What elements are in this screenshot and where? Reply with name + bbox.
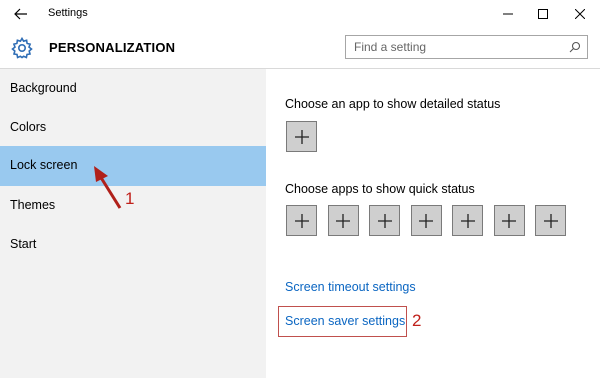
sidebar-item-label: Lock screen xyxy=(10,158,78,172)
sidebar-item-label: Background xyxy=(10,81,77,95)
sidebar-item-colors[interactable]: Colors xyxy=(0,108,266,148)
detailed-status-add-button[interactable] xyxy=(286,121,317,152)
plus-icon xyxy=(419,213,433,228)
search-box[interactable] xyxy=(345,35,588,59)
window-title: Settings xyxy=(48,7,88,19)
maximize-icon xyxy=(538,9,548,19)
sidebar-item-label: Colors xyxy=(10,120,47,134)
sidebar-item-label: Start xyxy=(10,237,37,251)
gear-icon xyxy=(11,36,33,59)
screen-timeout-settings-link[interactable]: Screen timeout settings xyxy=(285,280,416,294)
settings-header: PERSONALIZATION xyxy=(0,28,600,69)
annotation-number-2: 2 xyxy=(412,311,422,330)
plus-icon xyxy=(294,129,309,144)
annotation-highlight-box xyxy=(278,306,407,337)
quick-status-add-button[interactable] xyxy=(369,205,400,236)
sidebar-item-background[interactable]: Background xyxy=(0,69,266,109)
page-title: PERSONALIZATION xyxy=(49,40,176,55)
quick-status-add-button[interactable] xyxy=(410,205,442,236)
annotation-arrow-icon xyxy=(94,166,122,209)
close-button[interactable] xyxy=(562,0,598,28)
plus-icon xyxy=(336,213,350,228)
back-arrow-icon xyxy=(14,8,27,20)
plus-icon xyxy=(543,213,558,228)
maximize-button[interactable] xyxy=(525,0,561,28)
detailed-status-label: Choose an app to show detailed status xyxy=(285,97,501,111)
sidebar-item-start[interactable]: Start xyxy=(0,225,266,265)
title-bar: Settings xyxy=(0,0,600,28)
sidebar: Background Colors Lock screen Themes Sta… xyxy=(0,69,266,378)
quick-status-add-button[interactable] xyxy=(286,205,317,236)
close-icon xyxy=(575,9,585,19)
plus-icon xyxy=(377,213,392,228)
plus-icon xyxy=(460,213,475,228)
quick-status-add-button[interactable] xyxy=(327,205,359,236)
quick-status-add-button[interactable] xyxy=(452,205,483,236)
search-input[interactable] xyxy=(354,39,554,55)
annotation-number-1: 1 xyxy=(125,189,135,208)
plus-icon xyxy=(294,213,309,228)
quick-status-add-button[interactable] xyxy=(535,205,566,236)
quick-status-add-button[interactable] xyxy=(493,205,525,236)
sidebar-item-lock-screen[interactable]: Lock screen xyxy=(0,146,266,186)
quick-status-label: Choose apps to show quick status xyxy=(285,182,475,196)
minimize-button[interactable] xyxy=(490,0,526,28)
sidebar-item-label: Themes xyxy=(10,198,56,212)
search-icon[interactable] xyxy=(569,41,581,53)
back-button[interactable] xyxy=(8,4,34,24)
plus-icon xyxy=(502,213,516,228)
minimize-icon xyxy=(503,13,513,15)
